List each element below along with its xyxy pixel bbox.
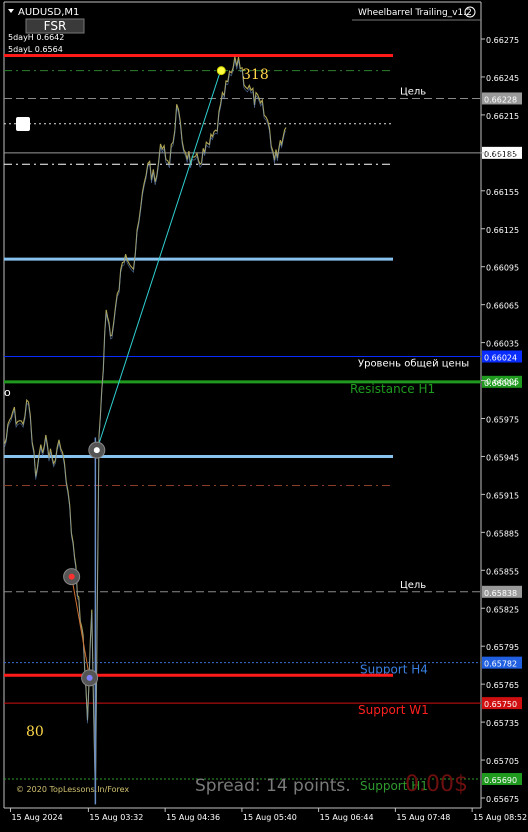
price-scale: 0.66275 0.66245 0.66215 0.66185 0.66155 0.661… xyxy=(481,36,519,804)
price-tag-support-h1: 0.65690 xyxy=(484,776,517,785)
entry-marker-dot xyxy=(86,674,93,681)
y-tick-label: 0.66035 xyxy=(486,340,519,349)
price-tag-target-bottom: 0.65838 xyxy=(484,589,517,598)
y-tick-label: 0.65765 xyxy=(486,681,519,690)
x-tick-label: 15 Aug 07:48 xyxy=(396,813,450,822)
collapse-triangle-icon[interactable] xyxy=(8,9,14,13)
level-label-resistance-h1: Resistance H1 xyxy=(350,382,435,396)
price-tag-target-top: 0.66228 xyxy=(484,95,517,104)
price-series-line xyxy=(4,56,287,797)
five-day-low: 5dayL 0.6564 xyxy=(8,45,63,54)
y-tick-label: 0.66215 xyxy=(486,112,519,121)
y-tick-label: 0.66185 xyxy=(486,150,519,159)
x-tick-label: 15 Aug 06:44 xyxy=(320,813,374,822)
y-tick-label: 0.65885 xyxy=(486,529,519,538)
chart-checkbox[interactable] xyxy=(16,117,30,131)
y-tick-label: 0.65795 xyxy=(486,643,519,652)
y-tick-label: 0.66155 xyxy=(486,188,519,197)
symbol-title: AUDUSD,M1 xyxy=(18,7,79,18)
levels-layer: Цель 0.66228 0.66185 Уровень общей цены 0.66… xyxy=(4,53,522,793)
level-label-target-top: Цель xyxy=(400,86,426,97)
price-tag-general-price: 0.66024 xyxy=(484,354,517,363)
y-tick-label: 0.65705 xyxy=(486,757,519,766)
price-series-wicks xyxy=(4,59,287,800)
y-tick-label: 0.66125 xyxy=(486,226,519,235)
x-tick-label: 15 Aug 04:36 xyxy=(166,813,220,822)
price-tag-support-h4: 0.65782 xyxy=(484,660,517,669)
expert-title: Wheelbarrel Trailing_v1.2 xyxy=(358,8,472,18)
y-tick-label: 0.66245 xyxy=(486,74,519,83)
x-tick-label: 15 Aug 05:40 xyxy=(243,813,297,822)
five-day-high: 5dayH 0.6642 xyxy=(8,33,64,42)
y-tick-label: 0.65735 xyxy=(486,719,519,728)
markers-layer xyxy=(63,66,226,687)
y-tick-label: 0.65855 xyxy=(486,567,519,576)
y-tick-label: 0.66005 xyxy=(486,378,519,387)
y-tick-label: 0.65675 xyxy=(486,795,519,804)
entry-marker-dot xyxy=(68,573,75,580)
y-tick-label: 0.65915 xyxy=(486,491,519,500)
chart-window[interactable]: Цель 0.66228 0.66185 Уровень общей цены 0.66… xyxy=(0,0,528,832)
y-tick-label: 0.65945 xyxy=(486,453,519,462)
x-tick-label: 15 Aug 08:52 xyxy=(473,813,527,822)
price-chart[interactable]: Цель 0.66228 0.66185 Уровень общей цены 0.66… xyxy=(0,0,528,832)
trend-counter-top: 318 xyxy=(242,67,269,83)
y-tick-label: 0.65975 xyxy=(486,416,519,425)
y-tick-label: 0.65825 xyxy=(486,605,519,614)
trend-counter-bottom: 80 xyxy=(26,724,44,740)
spread-text: Spread: 14 points. xyxy=(195,776,351,796)
y-tick-label: 0.66095 xyxy=(486,264,519,273)
series-layer xyxy=(4,56,287,805)
level-label-support-w1: Support W1 xyxy=(358,703,429,717)
profit-text: 0.00$ xyxy=(405,772,468,797)
left-marker: o xyxy=(4,386,11,399)
time-scale: 15 Aug 2024 15 Aug 03:32 15 Aug 04:36 15 Au… xyxy=(9,808,527,822)
x-tick-label: 15 Aug 03:32 xyxy=(89,813,143,822)
entry-marker[interactable] xyxy=(216,66,226,76)
entry-marker-dot xyxy=(93,447,100,454)
y-tick-label: 0.66065 xyxy=(486,302,519,311)
copyright-text: © 2020 TopLessons.In/Forex xyxy=(16,785,129,794)
price-tag-support-w1: 0.65750 xyxy=(484,700,517,709)
level-label-general-price: Уровень общей цены xyxy=(358,359,469,370)
y-tick-label: 0.66275 xyxy=(486,36,519,45)
fsr-button-label: FSR xyxy=(44,19,67,33)
level-label-target-bottom: Цель xyxy=(400,580,426,591)
x-tick-label: 15 Aug 2024 xyxy=(11,813,62,822)
